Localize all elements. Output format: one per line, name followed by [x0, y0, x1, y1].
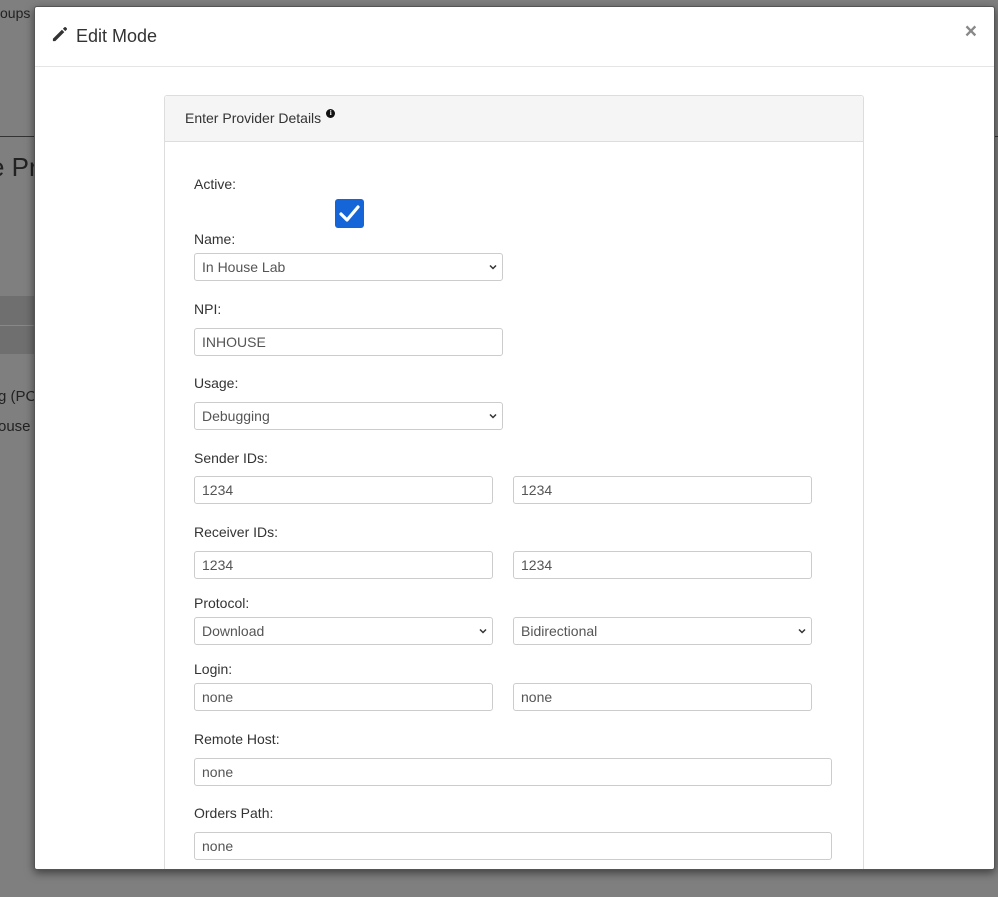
panel-heading: Enter Provider Details i — [165, 96, 863, 142]
panel-title-text: Enter Provider Details — [185, 110, 322, 126]
remote-host-label: Remote Host: — [194, 731, 280, 747]
bg-row-2: ouse — [0, 418, 31, 435]
receiver-id-input-2[interactable]: 1234 — [513, 551, 812, 579]
npi-input[interactable]: INHOUSE — [194, 328, 503, 356]
usage-select-value: Debugging — [202, 408, 270, 424]
sender-id-input-1[interactable]: 1234 — [194, 476, 493, 504]
provider-details-panel: Enter Provider Details i Active: Name: I… — [164, 95, 864, 869]
orders-path-input[interactable]: none — [194, 832, 832, 860]
pencil-icon — [51, 24, 76, 48]
receiver-id-input-1[interactable]: 1234 — [194, 551, 493, 579]
usage-select[interactable]: Debugging — [194, 402, 503, 430]
bg-divider — [0, 136, 34, 137]
name-select-value: In House Lab — [202, 259, 286, 275]
protocol-select-2-value: Bidirectional — [521, 623, 598, 639]
modal-title: Edit Mode — [51, 24, 157, 48]
bg-text-groups: oups — [0, 5, 31, 21]
active-label: Active: — [194, 176, 237, 192]
receiver-ids-label: Receiver IDs: — [194, 524, 279, 540]
chevron-down-icon — [798, 628, 806, 634]
protocol-select-2[interactable]: Bidirectional — [513, 617, 812, 645]
bg-heading: e Pr — [0, 152, 38, 182]
chevron-down-icon — [489, 413, 497, 419]
modal-header: Edit Mode × — [35, 7, 994, 67]
npi-label: NPI: — [194, 301, 222, 317]
protocol-select-1[interactable]: Download — [194, 617, 493, 645]
modal-title-text: Edit Mode — [76, 25, 158, 46]
name-label: Name: — [194, 231, 236, 247]
sender-ids-label: Sender IDs: — [194, 450, 268, 466]
chevron-down-icon — [489, 264, 497, 270]
protocol-label: Protocol: — [194, 595, 250, 611]
login-input-2[interactable]: none — [513, 683, 812, 711]
edit-modal: Edit Mode × Enter Provider Details i Act… — [34, 6, 995, 870]
name-select[interactable]: In House Lab — [194, 253, 503, 281]
usage-label: Usage: — [194, 375, 239, 391]
login-label: Login: — [194, 661, 233, 677]
sender-id-input-2[interactable]: 1234 — [513, 476, 812, 504]
info-icon[interactable]: i — [326, 109, 336, 118]
remote-host-input[interactable]: none — [194, 758, 832, 786]
bg-row-1: g (PC — [0, 388, 37, 405]
checkmark-icon — [339, 205, 360, 222]
protocol-select-1-value: Download — [202, 623, 265, 639]
close-button[interactable]: × — [965, 21, 977, 42]
active-checkbox[interactable] — [335, 199, 364, 228]
bg-table-line — [0, 325, 34, 326]
orders-path-label: Orders Path: — [194, 805, 274, 821]
login-input-1[interactable]: none — [194, 683, 493, 711]
chevron-down-icon — [479, 628, 487, 634]
panel-title: Enter Provider Details i — [185, 109, 336, 126]
